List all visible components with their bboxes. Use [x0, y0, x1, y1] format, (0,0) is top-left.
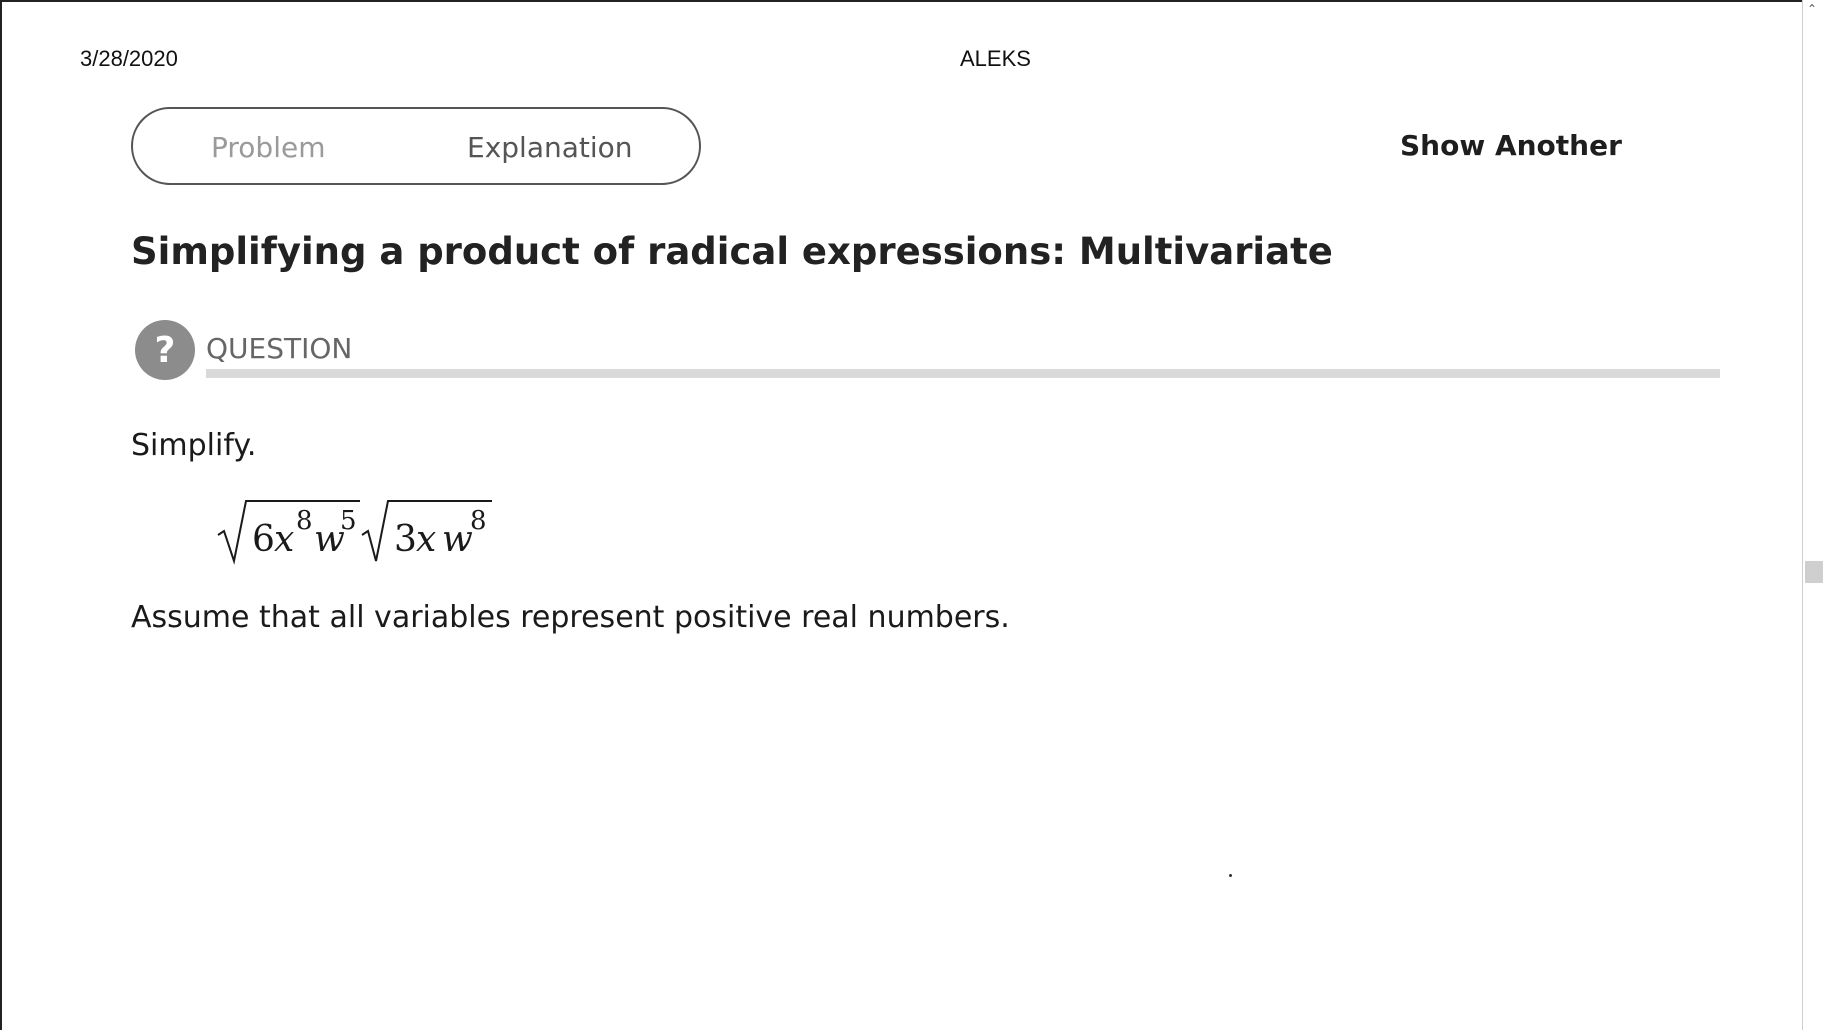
vertical-scrollbar[interactable]: ⌃	[1802, 0, 1824, 1030]
radical-1-exp2: 5	[340, 506, 357, 536]
question-instruction: Simplify.	[131, 428, 257, 463]
print-date: 3/28/2020	[80, 46, 178, 71]
radical-1-coefficient: 6	[252, 519, 275, 560]
tab-problem[interactable]: Problem	[211, 131, 325, 164]
stray-dot	[1229, 874, 1232, 877]
page-title: Simplifying a product of radical express…	[131, 230, 1333, 273]
question-section-label: QUESTION	[206, 332, 353, 365]
scrollbar-thumb[interactable]	[1805, 561, 1823, 583]
radical-2-exp2: 8	[470, 506, 487, 536]
question-divider	[206, 369, 1720, 378]
radical-expression: 6 x 8 w 5 3 x w 8	[216, 495, 516, 565]
scroll-up-arrow-icon[interactable]: ⌃	[1807, 2, 1817, 16]
question-mark-icon: ?	[135, 320, 195, 380]
radical-2-var2: w	[442, 519, 473, 560]
show-another-button[interactable]: Show Another	[1400, 129, 1622, 162]
tab-explanation[interactable]: Explanation	[467, 131, 633, 164]
page-frame-top	[0, 0, 1802, 2]
page-frame-left	[0, 0, 2, 1030]
problem-explanation-toggle: Problem Explanation	[131, 107, 701, 185]
question-assumption: Assume that all variables represent posi…	[131, 600, 1010, 635]
radical-2-var1: x	[416, 519, 436, 560]
radical-1-exp1: 8	[296, 506, 313, 536]
radical-2-coefficient: 3	[394, 519, 417, 560]
radical-1-var1: x	[274, 519, 294, 560]
radical-expression-svg: 6 x 8 w 5 3 x w 8	[217, 500, 492, 565]
print-header-title: ALEKS	[960, 46, 1031, 71]
